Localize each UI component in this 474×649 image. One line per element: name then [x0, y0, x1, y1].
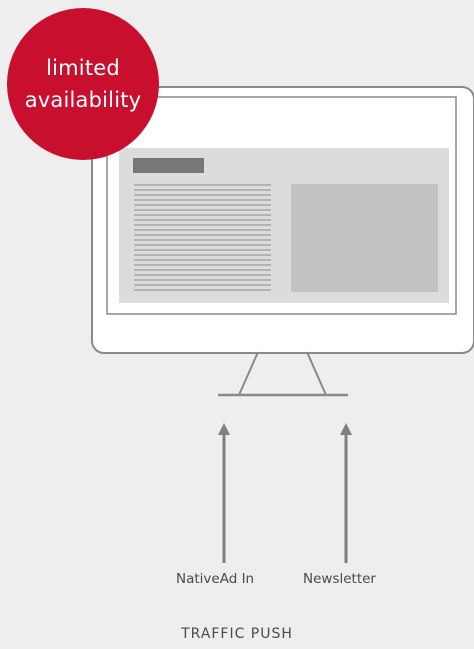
traffic-push-title: TRAFFIC PUSH	[181, 626, 293, 642]
webpage-header-bar	[133, 158, 204, 173]
nativead-in-label: NativeAd In	[176, 571, 255, 587]
arrow-up-icon	[340, 423, 352, 563]
badge-line-1: limited	[46, 56, 120, 80]
limited-availability-badge: limited availability	[7, 8, 159, 160]
newsletter-label: Newsletter	[303, 571, 376, 587]
badge-line-2: availability	[24, 88, 142, 112]
monitor-stand	[238, 351, 327, 396]
webpage-image-placeholder	[291, 184, 438, 292]
arrow-up-icon	[218, 423, 230, 563]
